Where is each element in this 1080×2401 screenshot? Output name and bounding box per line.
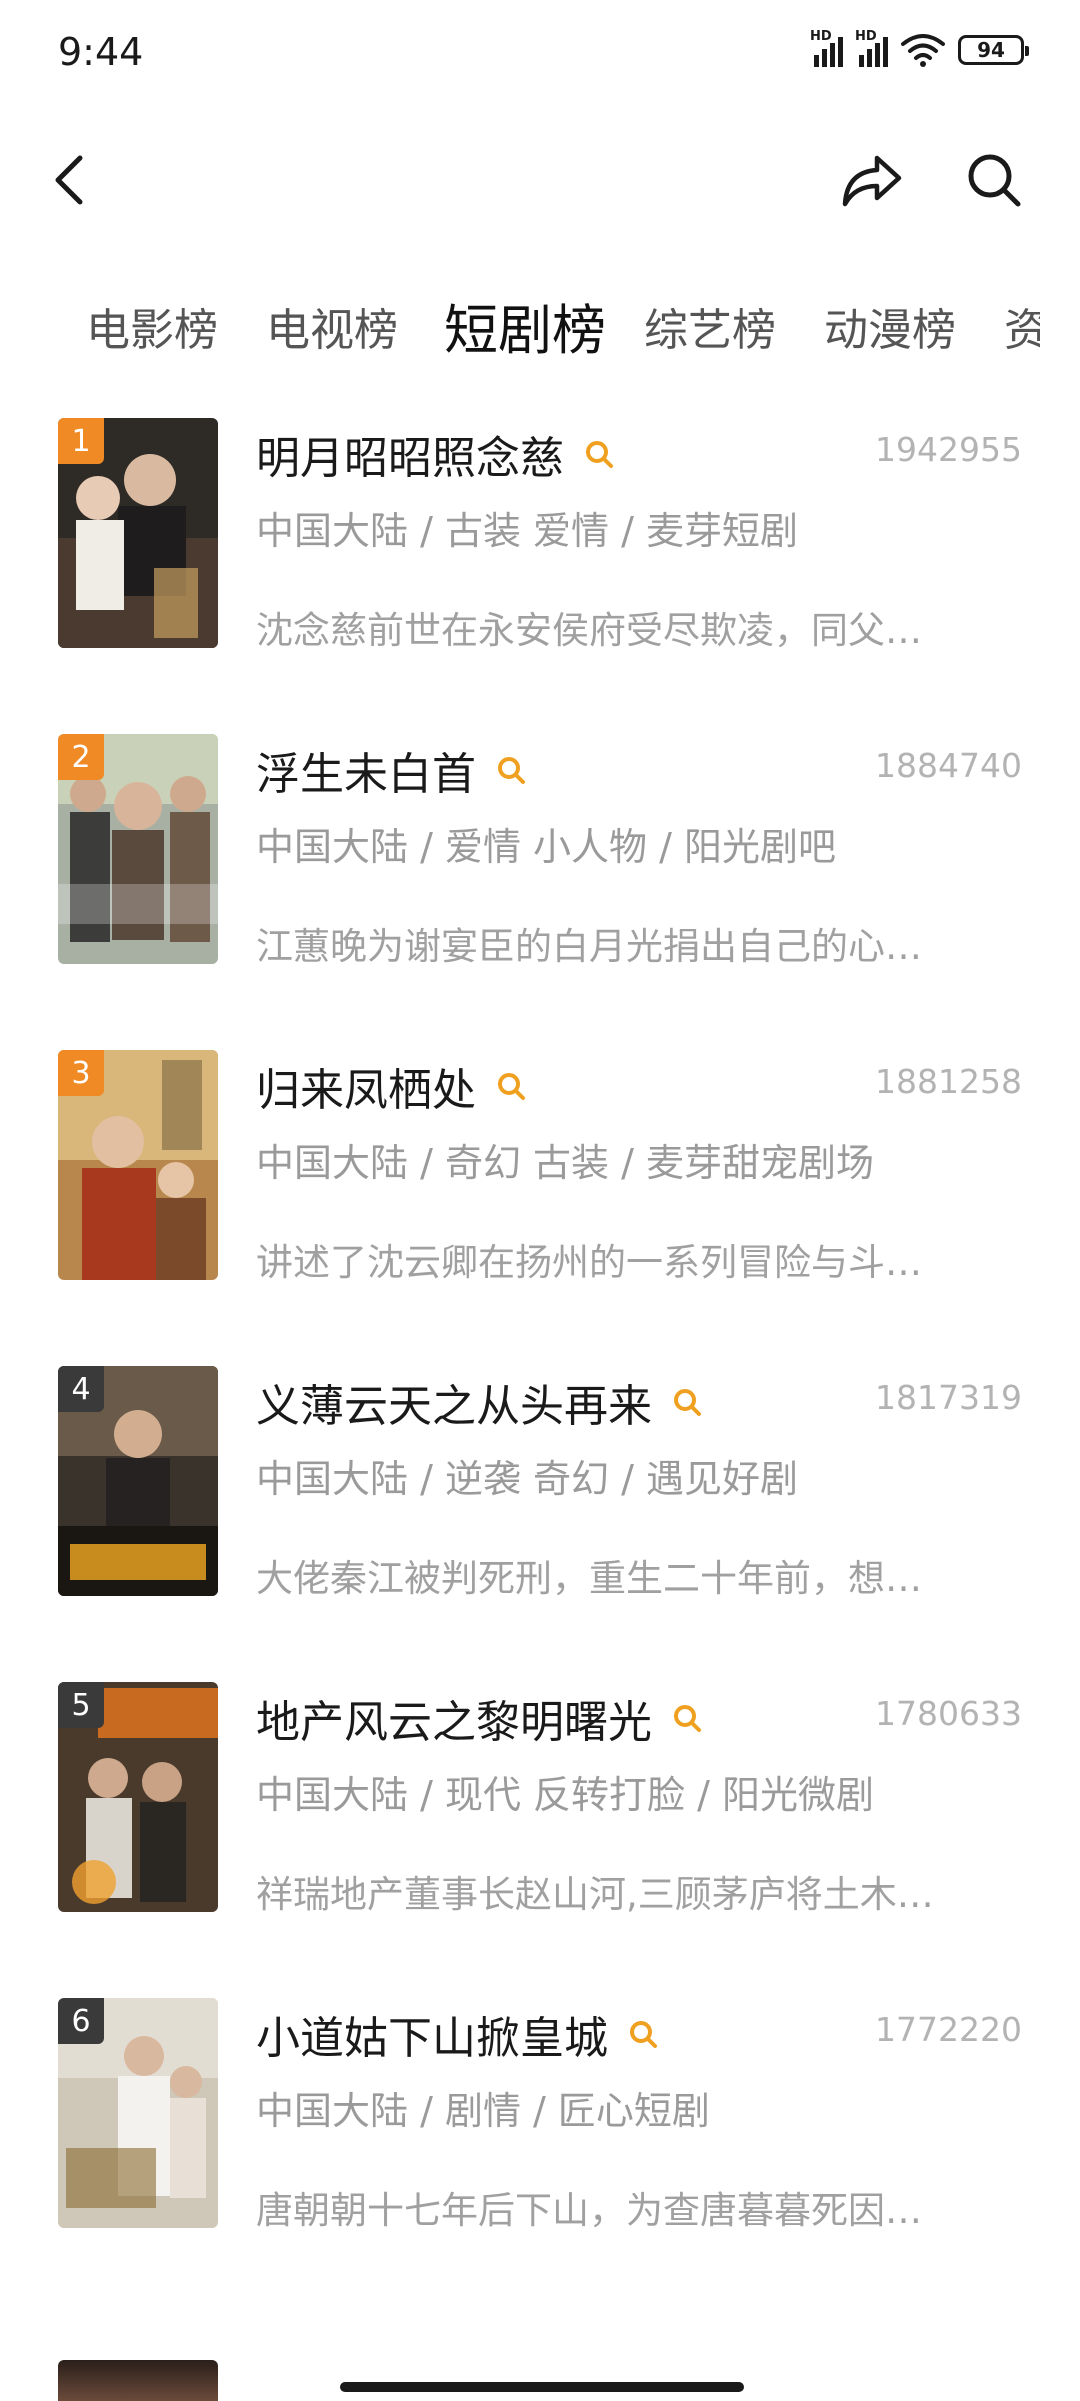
hd-label: HD xyxy=(855,29,877,44)
back-button[interactable] xyxy=(38,148,102,212)
item-title[interactable]: 浮生未白首 xyxy=(256,738,476,802)
search-icon[interactable] xyxy=(494,1069,528,1103)
item-description: 祥瑞地产董事长赵山河,三顾茅庐将土木… xyxy=(256,1873,934,1916)
item-title[interactable]: 地产风云之黎明曙光 xyxy=(256,1686,652,1750)
title-row: 地产风云之黎明曙光 xyxy=(256,1686,704,1750)
title-row: 浮生未白首 xyxy=(256,738,528,802)
rank-badge: 2 xyxy=(58,734,104,780)
rank-badge: 6 xyxy=(58,1998,104,2044)
rank-badge: 5 xyxy=(58,1682,104,1728)
poster-image[interactable]: 1 xyxy=(58,418,218,648)
list-item[interactable]: 4 义薄云天之从头再来 1817319 中国大陆 / 逆袭 奇幻 / 遇见好剧 … xyxy=(0,1366,1080,1600)
popularity-score: 1817319 xyxy=(875,1378,1022,1417)
item-meta: 中国大陆 / 现代 反转打脸 / 阳光微剧 xyxy=(256,1773,875,1817)
item-meta: 中国大陆 / 爱情 小人物 / 阳光剧吧 xyxy=(256,825,837,869)
wifi-icon xyxy=(901,34,945,67)
item-title[interactable]: 明月昭昭照念慈 xyxy=(256,422,564,486)
list-item[interactable]: 6 小道姑下山掀皇城 1772220 中国大陆 / 剧情 / 匠心短剧 唐朝朝十… xyxy=(0,1998,1080,2232)
title-row: 义薄云天之从头再来 xyxy=(256,1370,704,1434)
search-icon[interactable] xyxy=(582,437,616,471)
search-icon[interactable] xyxy=(670,1385,704,1419)
item-title[interactable]: 义薄云天之从头再来 xyxy=(256,1370,652,1434)
popularity-score: 1772220 xyxy=(875,2010,1022,2049)
search-icon[interactable] xyxy=(626,2017,660,2051)
item-meta: 中国大陆 / 剧情 / 匠心短剧 xyxy=(256,2089,710,2133)
poster-image[interactable]: 3 xyxy=(58,1050,218,1280)
item-title[interactable]: 归来凤栖处 xyxy=(256,1054,476,1118)
tab-movie[interactable]: 电影榜 xyxy=(86,294,218,358)
tab-tv[interactable]: 电视榜 xyxy=(266,294,398,358)
status-bar: 9:44 HD HD 94 xyxy=(0,0,1080,110)
title-row: 明月昭昭照念慈 xyxy=(256,422,616,486)
item-meta: 中国大陆 / 逆袭 奇幻 / 遇见好剧 xyxy=(256,1457,799,1501)
item-description: 大佬秦江被判死刑，重生二十年前，想… xyxy=(256,1557,922,1600)
item-description: 江蕙晚为谢宴臣的白月光捐出自己的心… xyxy=(256,925,922,968)
list-item[interactable]: 2 浮生未白首 1884740 中国大陆 / 爱情 小人物 / 阳光剧吧 江蕙晚… xyxy=(0,734,1080,968)
home-indicator[interactable] xyxy=(340,2382,744,2392)
tab-anime[interactable]: 动漫榜 xyxy=(824,294,956,358)
next-poster-peek xyxy=(58,2360,218,2401)
popularity-score: 1780633 xyxy=(875,1694,1022,1733)
poster-image[interactable]: 2 xyxy=(58,734,218,964)
search-icon xyxy=(968,154,1021,207)
hd-label: HD xyxy=(810,29,832,44)
list-item[interactable]: 5 地产风云之黎明曙光 1780633 中国大陆 / 现代 反转打脸 / 阳光微… xyxy=(0,1682,1080,1916)
poster-image[interactable]: 4 xyxy=(58,1366,218,1596)
item-meta: 中国大陆 / 奇幻 古装 / 麦芽甜宠剧场 xyxy=(256,1141,875,1185)
search-icon[interactable] xyxy=(670,1701,704,1735)
popularity-score: 1942955 xyxy=(875,430,1022,469)
signal-icon: HD xyxy=(810,29,843,67)
item-description: 沈念慈前世在永安侯府受尽欺凌，同父… xyxy=(256,609,922,652)
share-button[interactable] xyxy=(836,148,906,212)
item-meta: 中国大陆 / 古装 爱情 / 麦芽短剧 xyxy=(256,509,799,553)
list-item[interactable]: 1 明月昭昭照念慈 1942955 中国大陆 / 古装 爱情 / 麦芽短剧 沈念… xyxy=(0,418,1080,652)
ranking-tabs: 电影榜 电视榜 短剧榜 综艺榜 动漫榜 资 xyxy=(0,280,1040,370)
title-row: 小道姑下山掀皇城 xyxy=(256,2002,660,2066)
battery-icon: 94 xyxy=(958,35,1029,65)
top-navigation xyxy=(0,130,1080,230)
status-time: 9:44 xyxy=(58,30,144,74)
item-title[interactable]: 小道姑下山掀皇城 xyxy=(256,2002,608,2066)
popularity-score: 1881258 xyxy=(875,1062,1022,1101)
title-row: 归来凤栖处 xyxy=(256,1054,528,1118)
rank-badge: 3 xyxy=(58,1050,104,1096)
rank-badge: 1 xyxy=(58,418,104,464)
search-icon[interactable] xyxy=(494,753,528,787)
search-button[interactable] xyxy=(962,148,1026,212)
back-arrow-icon xyxy=(55,155,83,205)
item-description: 讲述了沈云卿在扬州的一系列冒险与斗… xyxy=(256,1241,922,1284)
rank-badge: 4 xyxy=(58,1366,104,1412)
item-description: 唐朝朝十七年后下山，为查唐暮暮死因… xyxy=(256,2189,922,2232)
poster-image[interactable]: 6 xyxy=(58,1998,218,2228)
poster-image[interactable]: 5 xyxy=(58,1682,218,1912)
tab-variety[interactable]: 综艺榜 xyxy=(644,294,776,358)
tab-short-drama[interactable]: 短剧榜 xyxy=(444,286,606,365)
status-icons: HD HD 94 xyxy=(810,29,1029,68)
battery-level: 94 xyxy=(977,38,1005,62)
signal-icon: HD xyxy=(855,29,888,67)
list-item[interactable]: 3 归来凤栖处 1881258 中国大陆 / 奇幻 古装 / 麦芽甜宠剧场 讲述… xyxy=(0,1050,1080,1284)
tab-more[interactable]: 资 xyxy=(1004,294,1040,358)
popularity-score: 1884740 xyxy=(875,746,1022,785)
share-icon xyxy=(842,155,902,207)
